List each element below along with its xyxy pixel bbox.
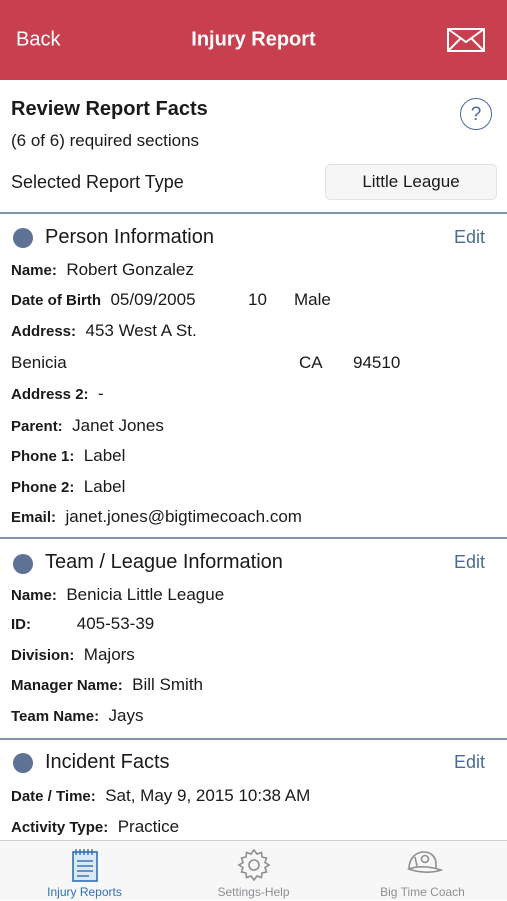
field-label: Parent: [11,418,63,435]
manager-value: Bill Smith [132,675,204,694]
address2-value: - [97,384,104,403]
field-label: Date / Time: [11,788,96,805]
field-label: Division: [11,647,75,664]
help-button[interactable]: ? [460,98,492,130]
incident-section: Incident Facts Edit Date / Time: Sat, Ma… [0,740,507,840]
address-value: 453 West A St. [85,321,197,340]
report-type-label: Selected Report Type [11,172,184,192]
field-label: Address: [11,323,77,340]
field-label: Address 2: [11,386,89,403]
gear-icon [236,848,271,882]
manager-row: Manager Name: Bill Smith [11,675,203,695]
state-value: CA [299,353,323,372]
notepad-icon [71,849,98,882]
address-row: Address: 453 West A St. [11,321,197,341]
tab-settings-help[interactable]: Settings-Help [169,841,338,901]
section-title: Incident Facts [45,751,170,773]
team-name-value: Jays [108,706,144,725]
phone2-value: Label [83,477,126,496]
tab-injury-reports[interactable]: Injury Reports [0,841,169,901]
zip-value: 94510 [353,353,401,372]
league-name-value: Benicia Little League [66,585,225,604]
dob-row: Date of Birth 05/09/2005 [11,290,196,310]
person-section: Person Information Edit Name: Robert Gon… [0,214,507,536]
email-value: janet.jones@bigtimecoach.com [65,507,302,526]
tab-label: Big Time Coach [380,885,465,899]
person-name: Robert Gonzalez [66,260,194,279]
field-label: Manager Name: [11,677,123,694]
team-name-row: Team Name: Jays [11,706,144,726]
edit-incident-button[interactable]: Edit [454,752,485,773]
nav-bar: Back Injury Report [0,0,507,80]
division-value: Majors [83,645,135,664]
review-header: Review Report Facts (6 of 6) required se… [0,80,507,212]
division-row: Division: Majors [11,645,135,665]
section-title: Team / League Information [45,551,283,573]
address2-row: Address 2: - [11,384,104,404]
league-id-row: ID: 405-53-39 [11,614,154,634]
review-title: Review Report Facts [11,98,208,120]
parent-row: Parent: Janet Jones [11,416,164,436]
field-label: Team Name: [11,708,100,725]
field-label: Name: [11,262,57,279]
phone1-value: Label [83,446,126,465]
section-dot [13,228,33,248]
section-dot [13,554,33,574]
team-section: Team / League Information Edit Name: Ben… [0,539,507,737]
field-label: Date of Birth [11,292,101,309]
tab-bar: Injury Reports Settings-Help Big Time Co… [0,840,507,900]
review-subtitle: (6 of 6) required sections [11,131,200,150]
phone1-row: Phone 1: Label [11,446,125,466]
tab-label: Settings-Help [217,885,290,899]
datetime-value: Sat, May 9, 2015 10:38 AM [105,786,311,805]
parent-value: Janet Jones [72,416,164,435]
field-label: Activity Type: [11,819,109,836]
edit-team-button[interactable]: Edit [454,552,485,573]
tab-big-time-coach[interactable]: Big Time Coach [338,841,507,901]
field-label: ID: [11,616,31,633]
activity-value: Practice [117,817,180,836]
city-value: Benicia [11,353,67,372]
section-title: Person Information [45,226,214,248]
age-value: 10 [248,290,267,309]
phone2-row: Phone 2: Label [11,477,125,497]
league-name-row: Name: Benicia Little League [11,585,224,605]
datetime-row: Date / Time: Sat, May 9, 2015 10:38 AM [11,786,310,806]
dob-value: 05/09/2005 [110,290,196,309]
field-label: Phone 1: [11,448,75,465]
field-label: Phone 2: [11,479,75,496]
person-name-row: Name: Robert Gonzalez [11,260,194,280]
activity-row: Activity Type: Practice [11,817,179,837]
section-dot [13,753,33,773]
edit-person-button[interactable]: Edit [454,227,485,248]
field-label: Name: [11,587,57,604]
email-row: Email: janet.jones@bigtimecoach.com [11,507,302,527]
tab-label: Injury Reports [47,885,122,899]
page-title: Injury Report [191,28,316,51]
gender-value: Male [294,290,331,309]
mail-icon[interactable] [447,28,485,52]
league-id-value: 405-53-39 [76,614,155,633]
field-label: Email: [11,509,57,526]
report-type-button[interactable]: Little League [325,164,497,200]
cap-icon [406,851,443,873]
